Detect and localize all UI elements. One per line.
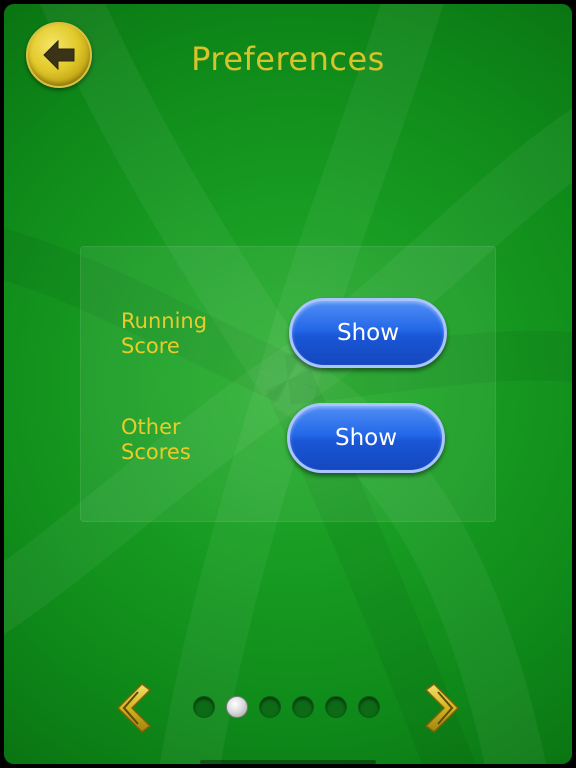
preferences-panel: Running Score Show Other Scores Show (80, 246, 496, 522)
page-dot-6[interactable] (358, 696, 380, 718)
page-dot-1[interactable] (193, 696, 215, 718)
other-scores-label: Other Scores (121, 415, 191, 464)
chevron-right-icon[interactable] (424, 680, 468, 736)
preferences-screen: Preferences Running Score Show Other Sco… (4, 4, 572, 764)
page-dot-3[interactable] (259, 696, 281, 718)
page-dot-4[interactable] (292, 696, 314, 718)
page-dot-5[interactable] (325, 696, 347, 718)
page-title: Preferences (191, 40, 385, 78)
running-score-label: Running Score (121, 309, 208, 358)
home-indicator[interactable] (200, 760, 376, 764)
chevron-left-icon[interactable] (108, 680, 152, 736)
running-score-toggle-button[interactable]: Show (289, 298, 447, 368)
page-dot-2[interactable] (226, 696, 248, 718)
other-scores-toggle-button[interactable]: Show (287, 403, 445, 473)
